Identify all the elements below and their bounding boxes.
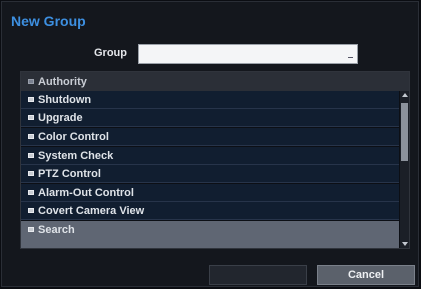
header-checkbox[interactable]: [28, 79, 34, 84]
text-cursor-icon: [348, 57, 353, 58]
group-name-input[interactable]: [138, 44, 358, 64]
list-item[interactable]: Shutdown: [21, 91, 399, 109]
list-item-label: Search: [38, 224, 75, 236]
authority-header[interactable]: Authority: [21, 72, 409, 91]
checkbox[interactable]: [28, 208, 34, 213]
list-scrollbar[interactable]: [400, 91, 409, 248]
list-item-label: PTZ Control: [38, 167, 101, 180]
list-item-label: Color Control: [38, 130, 109, 143]
authority-header-label: Authority: [38, 75, 87, 88]
checkbox[interactable]: [28, 153, 34, 158]
checkbox[interactable]: [28, 227, 34, 232]
scroll-up-arrow-icon[interactable]: [400, 91, 409, 99]
list-item-label: Alarm-Out Control: [38, 186, 134, 199]
list-item[interactable]: Covert Camera View: [21, 202, 399, 220]
scroll-down-arrow-icon[interactable]: [400, 240, 409, 248]
list-item[interactable]: Color Control: [21, 128, 399, 146]
list-item-label: Shutdown: [38, 93, 92, 106]
list-item[interactable]: PTZ Control: [21, 165, 399, 183]
list-item-label: System Check: [38, 149, 114, 162]
list-item[interactable]: Upgrade: [21, 109, 399, 127]
new-group-dialog: New Group Group Authority Shutdown Upgra…: [1, 1, 419, 287]
checkbox[interactable]: [28, 134, 34, 139]
ok-button[interactable]: [209, 265, 307, 285]
checkbox[interactable]: [28, 171, 34, 176]
checkbox[interactable]: [28, 115, 34, 120]
cancel-button[interactable]: Cancel: [317, 265, 415, 285]
checkbox[interactable]: [28, 190, 34, 195]
list-item-label: Upgrade: [38, 111, 83, 124]
authority-list: Authority Shutdown Upgrade Color Control…: [20, 71, 410, 249]
checkbox[interactable]: [28, 97, 34, 102]
list-item[interactable]: System Check: [21, 147, 399, 165]
scroll-thumb[interactable]: [401, 103, 408, 161]
list-item[interactable]: Alarm-Out Control: [21, 184, 399, 202]
group-label: Group: [94, 47, 127, 59]
list-item-selected[interactable]: Search: [21, 221, 399, 248]
dialog-title: New Group: [11, 13, 86, 29]
list-item-label: Covert Camera View: [38, 204, 145, 217]
